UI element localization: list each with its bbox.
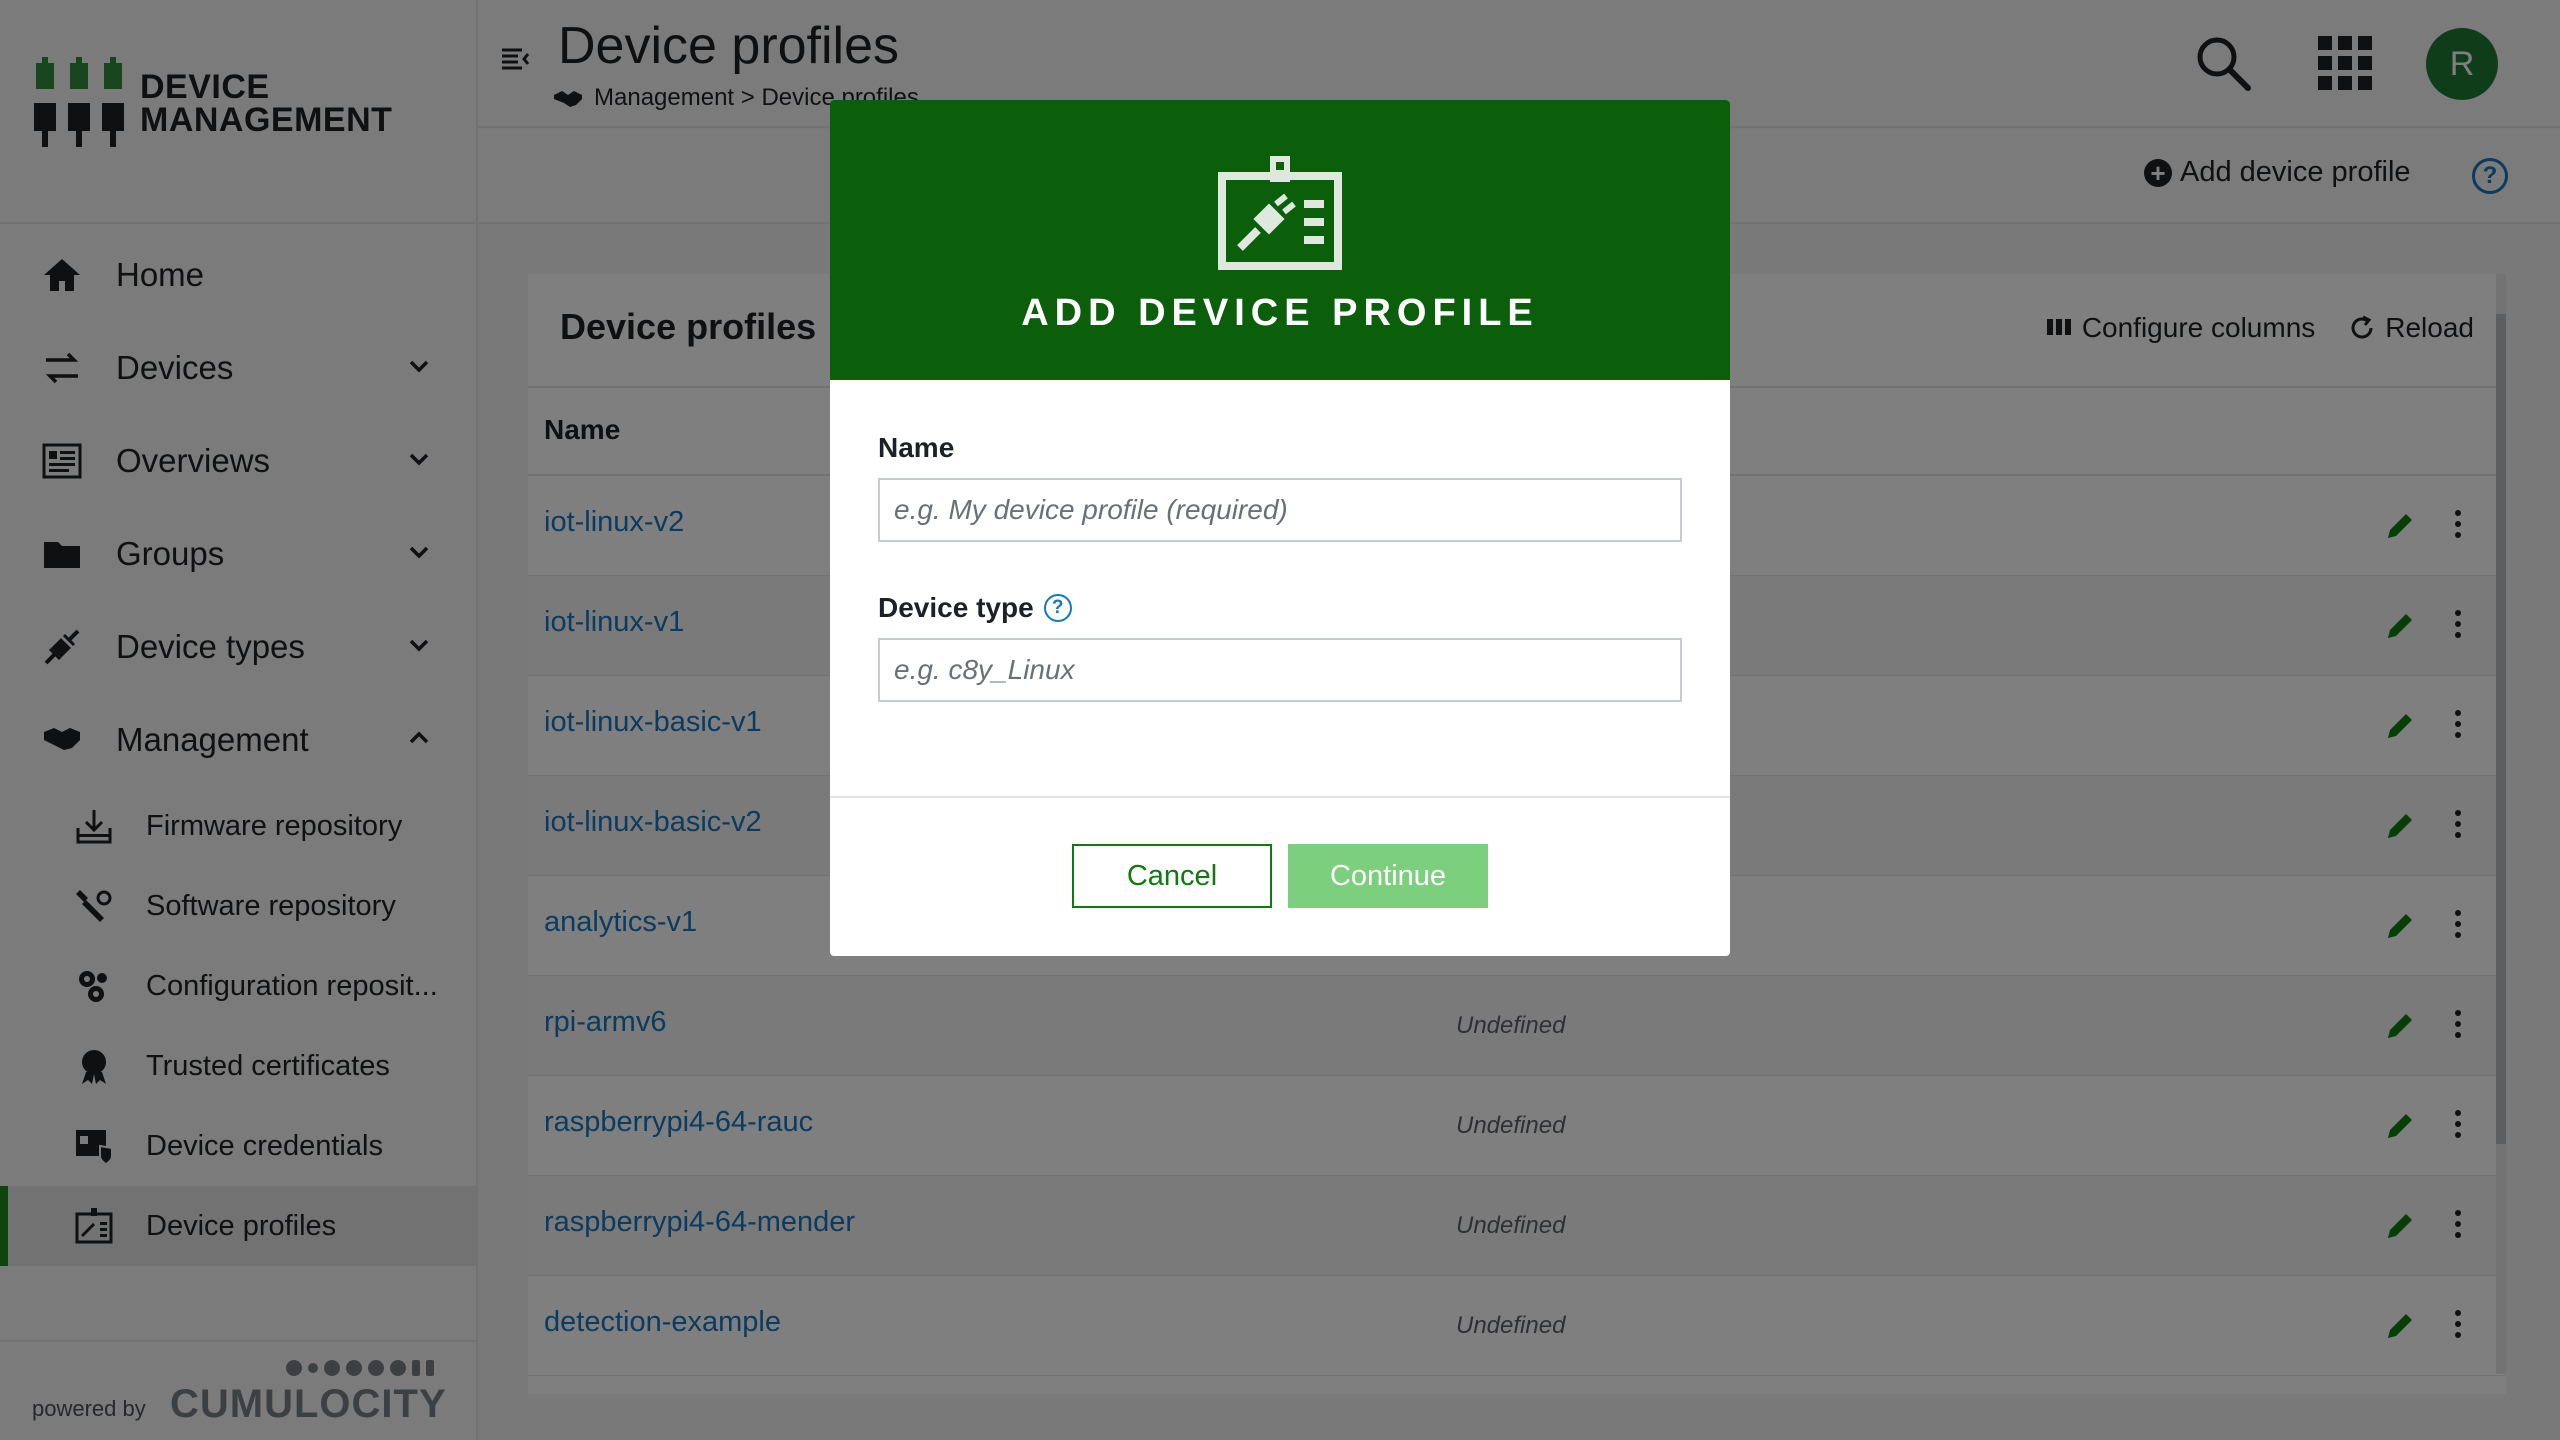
device-type-field-label: Device type ? — [878, 592, 1072, 624]
dialog-footer-divider — [830, 796, 1730, 798]
name-label-text: Name — [878, 432, 955, 463]
continue-button[interactable]: Continue — [1288, 844, 1488, 908]
name-field-label: Name — [878, 432, 954, 464]
add-device-profile-dialog: ADD DEVICE PROFILE Name Device type ? Ca… — [830, 100, 1730, 956]
device-type-label-text: Device type — [878, 592, 1034, 623]
help-icon[interactable]: ? — [1043, 594, 1072, 622]
name-input[interactable] — [878, 478, 1682, 542]
dialog-title: ADD DEVICE PROFILE — [1021, 292, 1539, 334]
dialog-header: ADD DEVICE PROFILE — [830, 100, 1730, 380]
device-profile-icon — [1218, 156, 1342, 270]
device-type-input[interactable] — [878, 638, 1682, 702]
cancel-button[interactable]: Cancel — [1072, 844, 1272, 908]
